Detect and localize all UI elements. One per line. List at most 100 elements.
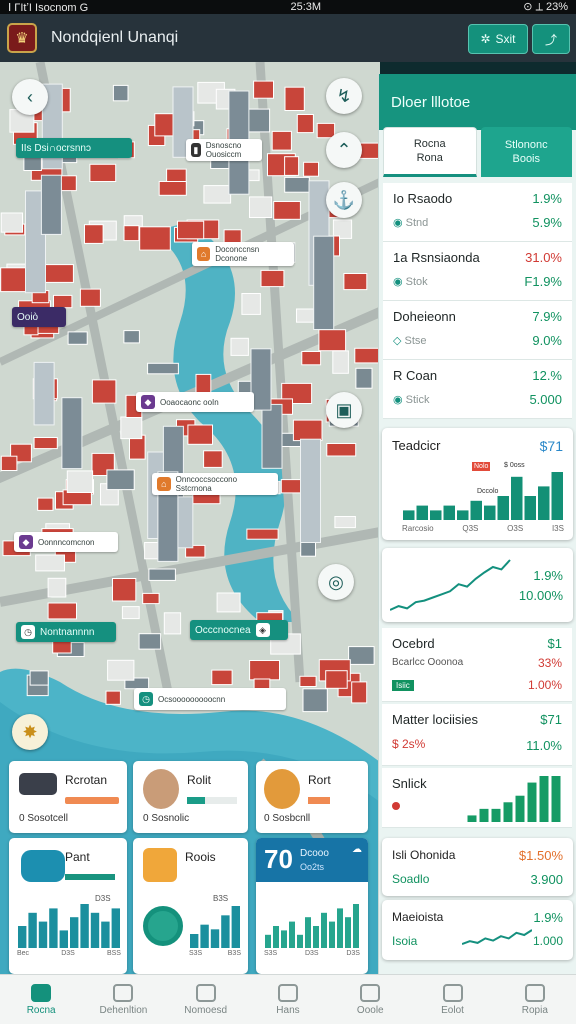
stock-sub-label: Stnd <box>405 217 429 229</box>
map-label[interactable]: ⌂ Doconccnsn Dconone <box>192 242 294 266</box>
share-button[interactable]: ⤴ <box>532 24 570 54</box>
pencil-icon <box>143 848 177 882</box>
bar <box>539 776 549 822</box>
map-label[interactable]: ◆ Ooaocaonc ooIn <box>136 392 254 412</box>
donut-chart <box>143 906 183 946</box>
map-label[interactable]: ⌂ Onncoccsoccono Sstcrnona <box>152 473 278 495</box>
tab-secondary[interactable]: Stlononc Boois <box>480 127 572 177</box>
sun-icon: ✸ <box>22 721 38 742</box>
building <box>187 424 213 445</box>
navigate-button[interactable]: ⌃ <box>326 132 362 168</box>
series-line <box>390 559 511 611</box>
card-bar-chart <box>190 906 240 948</box>
metric-card[interactable]: Pant D3S Bec D3S BSS <box>9 838 127 974</box>
nav-item[interactable]: Ropia <box>494 975 576 1024</box>
nav-item[interactable]: Ooole <box>329 975 411 1024</box>
building <box>138 633 162 650</box>
anchor-button[interactable]: ⚓ <box>326 182 362 218</box>
building <box>284 156 300 176</box>
nav-item[interactable]: Eolot <box>411 975 493 1024</box>
stock-sub: Soadlo <box>392 872 430 886</box>
axis-label: D3S <box>61 950 75 957</box>
card-axis: S3S B3S <box>189 950 241 957</box>
summary-card[interactable]: Rcrotan 0 Sosotcell <box>9 761 127 833</box>
building <box>29 670 49 686</box>
stock-price: F1.9% <box>524 274 562 289</box>
chart-card[interactable]: Teadcicr $71 Nolo $ 0oss Dccolo Rarcosio… <box>382 428 573 540</box>
stock-price: $1 <box>547 636 562 651</box>
nav-label: Hans <box>276 1004 300 1016</box>
building <box>142 592 160 605</box>
stock-row[interactable]: 1a Rsnsiaonda ◉ Stok 31.0% F1.9% <box>383 242 572 301</box>
back-button[interactable]: ‹ <box>12 79 48 115</box>
sun-button[interactable]: ✸ <box>12 714 48 750</box>
stock-card[interactable]: Maeioista 1.9% Isoia 1.000 <box>382 900 573 960</box>
card-bar <box>65 797 119 804</box>
map-label[interactable]: ◷ Nontnannnn <box>16 622 116 642</box>
gauge-icon <box>21 850 65 882</box>
exit-button[interactable]: ✲ Sxit <box>468 24 528 54</box>
tab-label: Rocna Rona <box>413 137 446 164</box>
stock-row[interactable]: R Coan ◉ Stick 12.% 5.000 <box>383 360 572 419</box>
stock-sub-label: Stse <box>404 335 427 347</box>
nav-item[interactable]: Rocna <box>0 975 82 1024</box>
summary-card[interactable]: Rolit 0 Sosnolic <box>133 761 248 833</box>
chart-card[interactable]: 1.9% 10.00% <box>382 548 573 622</box>
chart-tag: $ 0oss <box>504 462 525 469</box>
stock-name: Ocebrd <box>392 636 435 651</box>
building <box>273 201 301 220</box>
bar <box>497 496 509 520</box>
bar <box>221 915 230 948</box>
map-label-text: Ocsooooooooocnn <box>158 694 226 704</box>
tower <box>33 361 55 426</box>
tag-icon: ◆ <box>19 535 33 549</box>
building <box>301 351 322 366</box>
stock-row[interactable]: Io Rsaodo ◉ Stnd 1.9% 5.9% <box>383 183 572 242</box>
nav-item[interactable]: Nomoesd <box>165 975 247 1024</box>
stock-card[interactable]: Isli Ohonida $1.50% Soadlo 3.900 <box>382 838 573 896</box>
bar <box>551 472 563 520</box>
map-label[interactable]: Occcnocnea ◈ <box>190 620 288 640</box>
device-icon <box>19 773 57 795</box>
map-label-text: Dsnoscno Ouosiccm <box>205 141 242 159</box>
route-button[interactable]: ↯ <box>326 78 362 114</box>
nav-item[interactable]: Dehenltion <box>82 975 164 1024</box>
bar <box>511 476 523 520</box>
city-map[interactable]: ‹ ↯ ⌃ ⚓ ▣ ◎ ✸ IIs Dsi∩ocrsnnɔ ▮ Dsnoscno … <box>0 62 380 974</box>
stock-row[interactable]: Doheieonn ◇ Stse 7.9% 9.0% <box>383 301 572 360</box>
stock-row[interactable]: Snlick <box>382 768 572 828</box>
layers-button[interactable]: ▣ <box>326 392 362 428</box>
summary-card[interactable]: Rort 0 Sosbcnll <box>256 761 368 833</box>
bar <box>491 808 501 822</box>
bar <box>305 917 311 948</box>
app-title: Nondqienl Unanqi <box>51 29 179 46</box>
map-label[interactable]: ◆ Oonnncomcnon <box>14 532 118 552</box>
chart-value: 1.9% <box>533 568 563 583</box>
map-label[interactable]: Ooiò <box>12 307 66 327</box>
tab-primary[interactable]: Rocna Rona <box>383 127 477 177</box>
locate-button[interactable]: ◎ <box>318 564 354 600</box>
metric-card[interactable]: 70 Dcooo Oo2ts ☁ S3S D3S D3S <box>256 838 368 974</box>
building <box>35 554 65 572</box>
nav-icon <box>113 983 134 1002</box>
map-label[interactable]: IIs Dsi∩ocrsnnɔ <box>16 138 132 158</box>
axis-label: B3S <box>227 950 241 957</box>
nav-label: Ropia <box>521 1004 548 1016</box>
nav-item[interactable]: Hans <box>247 975 329 1024</box>
bar <box>190 934 199 948</box>
stock-price: $1.50% <box>518 848 563 863</box>
building <box>89 163 117 183</box>
stock-row[interactable]: Matter lociisies $71 $ 2s% 11.0% <box>382 704 572 766</box>
shield-icon: ◈ <box>255 623 270 637</box>
building <box>296 114 314 134</box>
metric-card[interactable]: Roois B3S S3S B3S <box>133 838 248 974</box>
map-label[interactable]: ▮ Dsnoscno Ouosiccm <box>186 139 262 161</box>
map-label[interactable]: ◷ Ocsooooooooocnn <box>134 688 286 710</box>
status-time: 25:3M <box>290 1 322 13</box>
stock-row[interactable]: Ocebrd $1 Bcarlcc Ooonoa 33% Isiic 1.00% <box>382 628 572 702</box>
building <box>260 269 285 288</box>
bar <box>527 782 537 822</box>
stock-change: 1.9% <box>532 191 562 206</box>
bar <box>231 906 240 948</box>
avatar <box>264 769 300 809</box>
